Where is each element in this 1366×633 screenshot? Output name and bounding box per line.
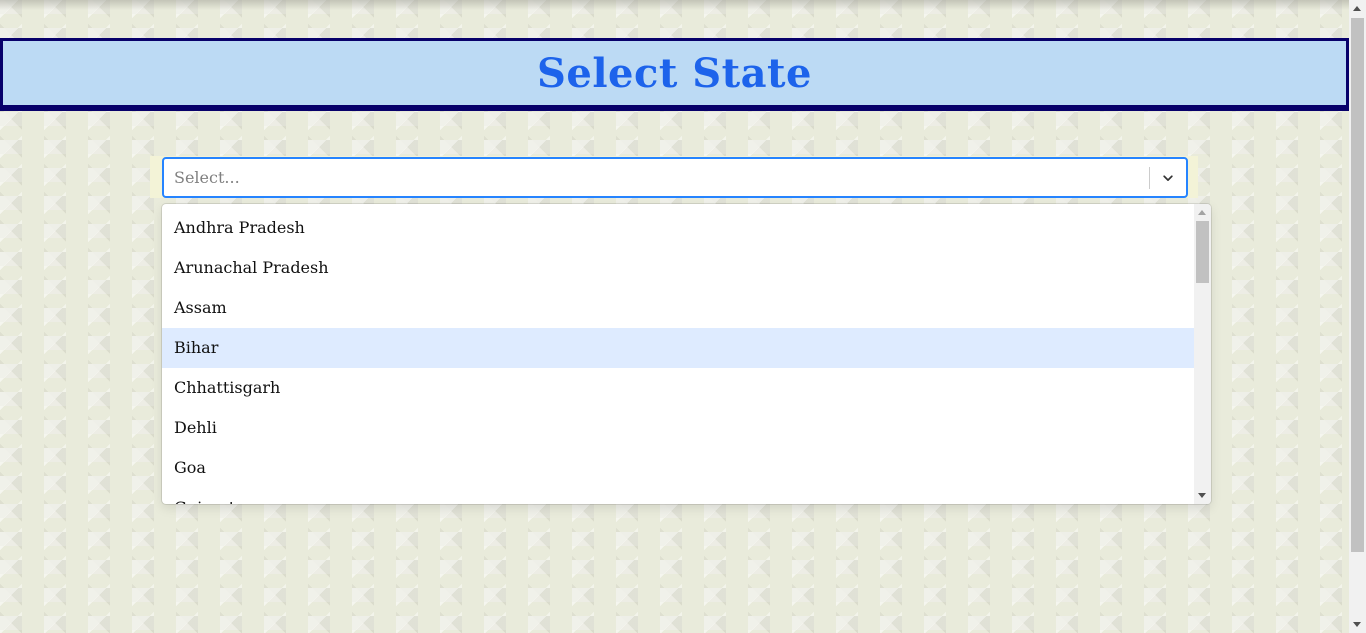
menu-scrollbar[interactable] <box>1194 204 1211 504</box>
state-option[interactable]: Andhra Pradesh <box>162 208 1194 248</box>
state-option[interactable]: Dehli <box>162 408 1194 448</box>
chevron-down-icon[interactable] <box>1150 159 1186 196</box>
state-option[interactable]: Goa <box>162 448 1194 488</box>
select-placeholder: Select... <box>174 168 240 187</box>
scroll-down-arrow-icon[interactable] <box>1353 622 1361 627</box>
state-option[interactable]: Gujarat <box>162 488 1194 504</box>
scroll-up-arrow-icon[interactable] <box>1353 6 1361 11</box>
menu-scrollbar-thumb[interactable] <box>1196 221 1209 283</box>
state-option-list: Andhra Pradesh Arunachal Pradesh Assam B… <box>162 208 1194 504</box>
scroll-down-arrow-icon[interactable] <box>1198 493 1206 498</box>
state-option-focused[interactable]: Bihar <box>162 328 1194 368</box>
page-scrollbar-thumb[interactable] <box>1351 18 1364 552</box>
state-dropdown-menu: Andhra Pradesh Arunachal Pradesh Assam B… <box>162 204 1211 504</box>
state-option[interactable]: Arunachal Pradesh <box>162 248 1194 288</box>
state-option[interactable]: Assam <box>162 288 1194 328</box>
page-title: Select State <box>537 49 812 97</box>
state-select[interactable]: Select... <box>162 157 1188 198</box>
top-shadow <box>0 0 1350 10</box>
page-header: Select State <box>0 38 1349 111</box>
scroll-up-arrow-icon[interactable] <box>1198 210 1206 215</box>
page-scrollbar[interactable] <box>1349 0 1366 633</box>
state-option[interactable]: Chhattisgarh <box>162 368 1194 408</box>
